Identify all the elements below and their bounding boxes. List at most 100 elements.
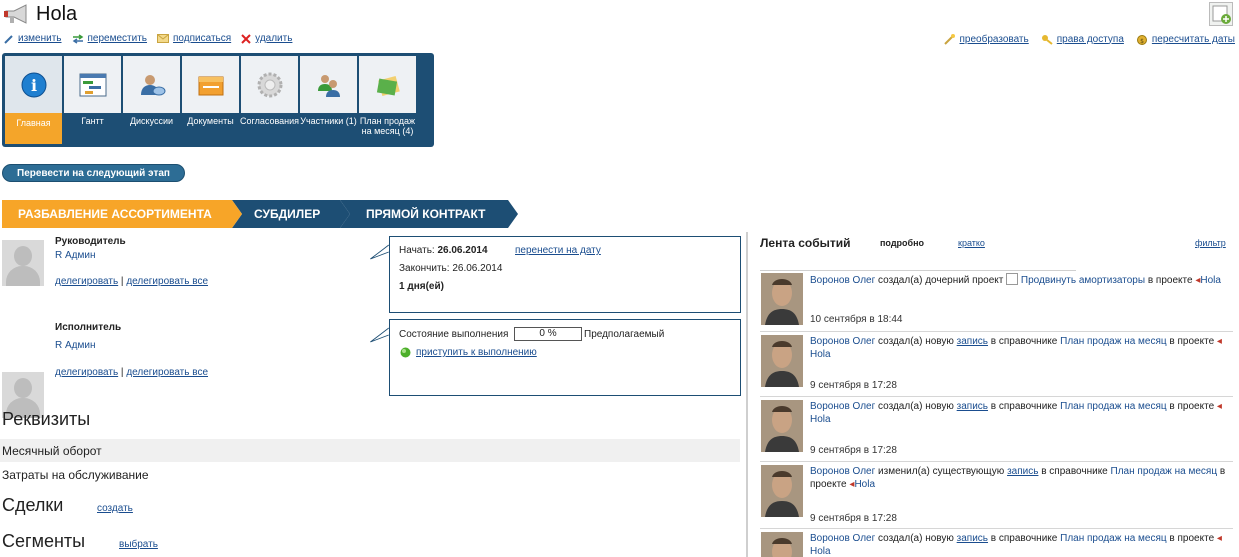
tab-approvals[interactable]: Согласования <box>240 56 299 144</box>
megaphone-icon <box>4 4 27 24</box>
child-project-link[interactable]: Продвинуть амортизаторы <box>1021 275 1145 286</box>
reference-link[interactable]: План продаж на месяц <box>1060 533 1167 544</box>
feed-text: Воронов Олег изменил(а) существующую зап… <box>810 466 1226 490</box>
delegate-all-link[interactable]: делегировать все <box>126 367 208 378</box>
approval-gear-icon <box>257 72 282 97</box>
feed-mode-detailed[interactable]: подробно <box>880 238 924 248</box>
feed-mode-brief[interactable]: кратко <box>958 238 985 248</box>
field-service-costs: Затраты на обслуживание <box>2 468 149 482</box>
feed-item: Воронов Олег изменил(а) существующую зап… <box>760 461 1233 527</box>
manager-name[interactable]: R Админ <box>55 250 96 261</box>
project-link[interactable]: Hola <box>810 546 831 557</box>
start-row: Начать: 26.06.2014 <box>399 245 488 256</box>
record-link[interactable]: запись <box>957 336 988 347</box>
field-row: Месячный оборот <box>0 439 740 462</box>
delete-x-icon <box>241 33 251 44</box>
move-action[interactable]: переместить <box>72 33 148 44</box>
stage-direct-contract[interactable]: ПРЯМОЙ КОНТРАКТ <box>340 200 518 228</box>
author-link[interactable]: Воронов Олег <box>810 466 875 477</box>
author-link[interactable]: Воронов Олег <box>810 401 875 412</box>
edit-action[interactable]: изменить <box>4 33 62 44</box>
tab-documents[interactable]: Документы <box>182 56 239 144</box>
add-widget-icon[interactable] <box>1209 2 1233 26</box>
pencil-icon <box>4 34 13 44</box>
tab-main[interactable]: i Главная <box>5 56 62 144</box>
tab-sales-plan-label: План продаж на месяц (4) <box>359 116 416 136</box>
convert-action[interactable]: преобразовать <box>943 33 1029 45</box>
author-link[interactable]: Воронов Олег <box>810 336 875 347</box>
author-link[interactable]: Воронов Олег <box>810 275 875 286</box>
megaphone-icon: ◂ <box>1216 401 1222 412</box>
feed-time: 10 сентября в 18:44 <box>810 314 903 325</box>
delegate-link[interactable]: делегировать <box>55 276 118 287</box>
executor-name[interactable]: R Админ <box>55 340 96 351</box>
feed-text: Воронов Олег создал(а) дочерний проект П… <box>810 273 1221 286</box>
access-rights-action[interactable]: права доступа <box>1041 33 1124 45</box>
select-segments-link[interactable]: выбрать <box>119 539 158 550</box>
stage-track: РАЗБАВЛЕНИЕ АССОРТИМЕНТА СУБДИЛЕР ПРЯМОЙ… <box>2 200 518 228</box>
feed-time: 9 сентября в 17:28 <box>810 445 897 456</box>
tab-documents-label: Документы <box>187 116 234 126</box>
move-link[interactable]: переместить <box>88 33 148 44</box>
record-link[interactable]: запись <box>1007 466 1038 477</box>
recalc-dates-link[interactable]: пересчитать даты <box>1152 34 1235 45</box>
reference-link[interactable]: План продаж на месяц <box>1060 401 1167 412</box>
participants-icon <box>317 74 340 97</box>
feed-text: Воронов Олег создал(а) новую запись в сп… <box>810 401 1222 425</box>
page-title: Hola <box>36 2 78 25</box>
move-date-link[interactable]: перенести на дату <box>515 245 601 256</box>
svg-text:i: i <box>30 76 36 95</box>
author-photo <box>761 335 803 387</box>
project-link[interactable]: Hola <box>1200 275 1221 286</box>
recalc-dates-action[interactable]: $ пересчитать даты <box>1136 33 1235 45</box>
feed-text: Воронов Олег создал(а) новую запись в сп… <box>810 533 1222 557</box>
object-extra-actions: преобразовать права доступа $ пересчитат… <box>943 33 1235 45</box>
tab-participants[interactable]: Участники (1) <box>300 56 357 144</box>
tab-gantt[interactable]: Гантт <box>64 56 121 144</box>
manager-avatar <box>2 240 44 286</box>
access-rights-link[interactable]: права доступа <box>1057 34 1124 45</box>
author-link[interactable]: Воронов Олег <box>810 533 875 544</box>
next-stage-button[interactable]: Перевести на следующий этап <box>2 164 185 182</box>
executor-delegation: делегировать | делегировать все <box>55 367 209 378</box>
delete-action[interactable]: удалить <box>241 33 292 44</box>
end-date: 26.06.2014 <box>452 263 503 274</box>
feed-time: 9 сентября в 17:28 <box>810 380 897 391</box>
feed-item: Воронов Олег создал(а) новую запись в сп… <box>760 331 1233 395</box>
duration: 1 дня(ей) <box>399 281 444 292</box>
tab-participants-label: Участники (1) <box>300 116 357 126</box>
executor-role: Исполнитель <box>55 322 122 333</box>
feed-time: 9 сентября в 17:28 <box>810 513 897 524</box>
reference-link[interactable]: План продаж на месяц <box>1111 466 1218 477</box>
feed-item: Воронов Олег создал(а) новую запись в сп… <box>760 396 1233 460</box>
stage-subdealer[interactable]: СУБДИЛЕР <box>232 200 350 228</box>
progress-value: 0 % <box>514 327 582 341</box>
project-link[interactable]: Hola <box>810 414 831 425</box>
object-actions: изменить переместить подписаться удалить <box>4 33 292 44</box>
author-photo <box>761 465 803 517</box>
feed-filter-link[interactable]: фильтр <box>1195 238 1226 248</box>
record-link[interactable]: запись <box>957 533 988 544</box>
author-photo <box>761 273 803 325</box>
delegate-link[interactable]: делегировать <box>55 367 118 378</box>
create-deal-link[interactable]: создать <box>97 503 133 514</box>
reference-link[interactable]: План продаж на месяц <box>1060 336 1167 347</box>
delete-link[interactable]: удалить <box>255 33 292 44</box>
stage-current[interactable]: РАЗБАВЛЕНИЕ АССОРТИМЕНТА <box>2 200 242 228</box>
delegate-all-link[interactable]: делегировать все <box>126 276 208 287</box>
edit-link[interactable]: изменить <box>18 33 62 44</box>
subscribe-action[interactable]: подписаться <box>157 33 231 44</box>
end-row: Закончить: 26.06.2014 <box>399 263 503 274</box>
subscribe-link[interactable]: подписаться <box>173 33 231 44</box>
author-photo <box>761 400 803 452</box>
convert-link[interactable]: преобразовать <box>960 34 1029 45</box>
project-link[interactable]: Hola <box>854 479 875 490</box>
record-link[interactable]: запись <box>957 401 988 412</box>
info-icon: i <box>21 72 46 97</box>
start-execution-link[interactable]: приступить к выполнению <box>416 347 537 358</box>
tab-discussions[interactable]: Дискуссии <box>123 56 180 144</box>
project-tabs: i Главная Гантт Дискуссии Документы Согл… <box>2 53 434 147</box>
project-link[interactable]: Hola <box>810 349 831 360</box>
tab-sales-plan[interactable]: План продаж на месяц (4) <box>359 56 416 144</box>
progress-label: Состояние выполнения <box>399 329 509 340</box>
